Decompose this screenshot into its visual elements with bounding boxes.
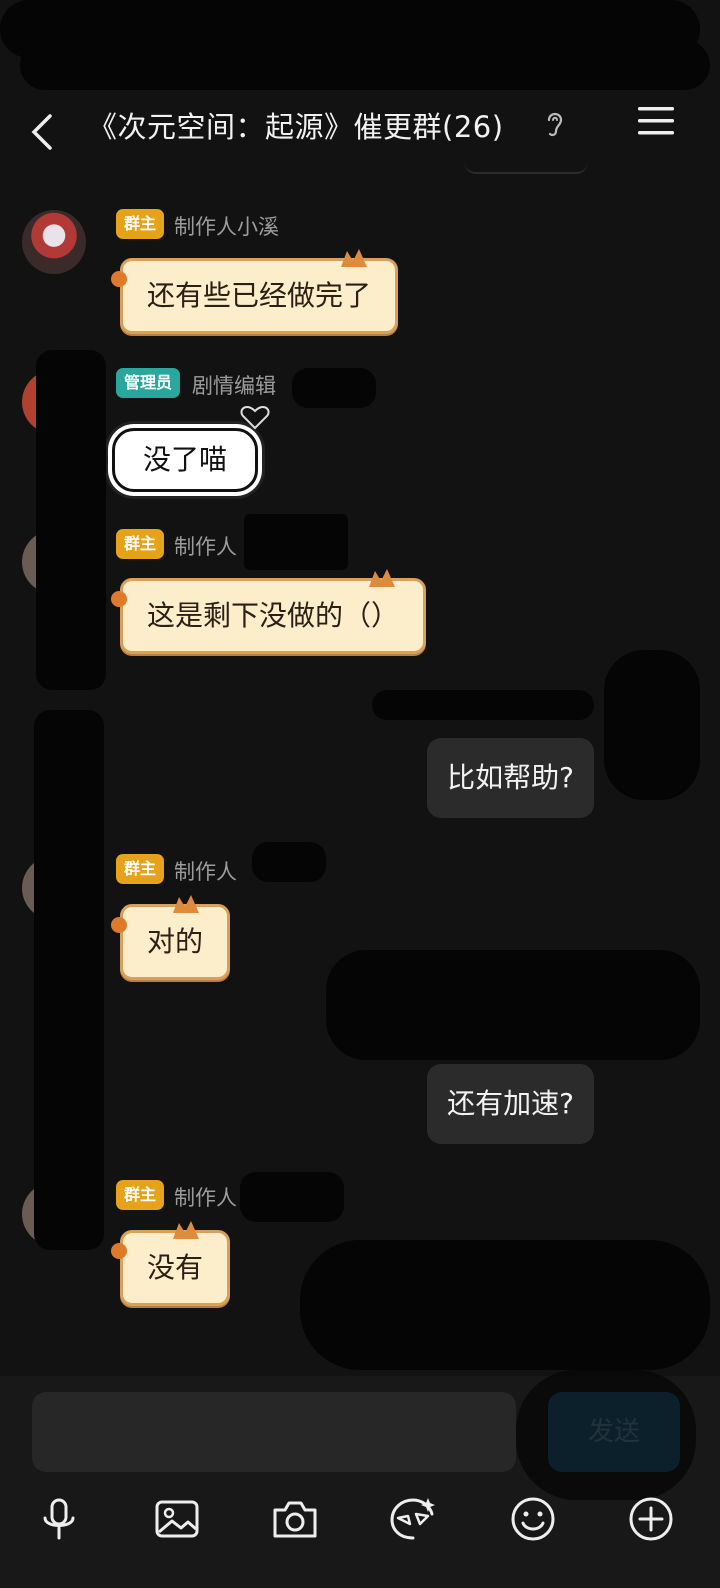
back-arrow-icon[interactable] — [24, 110, 64, 150]
sender-name: 制作人 — [174, 860, 237, 884]
message-text: 还有加速? — [447, 1087, 574, 1120]
cat-decoration-icon — [173, 1221, 200, 1239]
message-text: 这是剩下没做的（） — [147, 599, 400, 632]
message-text: 比如帮助? — [447, 761, 574, 794]
redaction-scribble — [326, 950, 700, 1060]
role-badge-owner: 群主 — [116, 1180, 165, 1210]
sender-name: 制作人 — [174, 1186, 237, 1210]
message-input[interactable] — [32, 1392, 516, 1472]
message-bubble[interactable]: 没了喵 — [112, 428, 259, 492]
message-bubble[interactable]: 对的 — [111, 895, 231, 980]
bell-decoration-icon — [111, 591, 127, 607]
menu-icon[interactable] — [636, 104, 676, 138]
redaction-scribble — [300, 1240, 710, 1370]
sender-name: 制作人 — [174, 535, 237, 559]
sender-name: 制作人小溪 — [174, 215, 279, 239]
cat-decoration-icon — [369, 569, 396, 587]
sender-name: 剧情编辑 — [192, 374, 276, 398]
my-message-bubble[interactable]: 还有加速? — [427, 1064, 594, 1144]
my-message-bubble[interactable]: 比如帮助? — [427, 738, 594, 818]
redaction-scribble — [36, 350, 106, 690]
message-bubble[interactable]: 这是剩下没做的（） — [111, 569, 427, 654]
redaction-scribble — [372, 690, 594, 720]
redaction-scribble — [20, 40, 710, 90]
heart-decoration-icon — [240, 406, 270, 430]
redaction-scribble — [244, 514, 348, 570]
image-icon[interactable] — [152, 1494, 202, 1544]
role-badge-owner: 群主 — [116, 529, 165, 559]
redaction-scribble — [604, 650, 700, 800]
message-bubble[interactable]: 还有些已经做完了 — [111, 249, 399, 334]
bell-decoration-icon — [111, 271, 127, 287]
notice-pill[interactable] — [464, 150, 588, 174]
redaction-scribble — [240, 1172, 344, 1222]
microphone-icon[interactable] — [34, 1494, 84, 1544]
bell-decoration-icon — [111, 917, 127, 933]
camera-icon[interactable] — [270, 1494, 320, 1544]
message-text: 还有些已经做完了 — [147, 279, 372, 312]
message-text: 对的 — [147, 925, 204, 958]
role-badge-admin: 管理员 — [116, 368, 181, 398]
ear-icon[interactable] — [544, 108, 566, 138]
cat-decoration-icon — [173, 895, 200, 913]
avatar[interactable] — [22, 210, 86, 274]
emoji-icon[interactable] — [508, 1494, 558, 1544]
redaction-scribble — [292, 368, 376, 408]
role-badge-owner: 群主 — [116, 854, 165, 884]
redaction-scribble — [34, 710, 104, 1250]
redaction-scribble — [252, 842, 326, 882]
message-bubble[interactable]: 没有 — [111, 1221, 231, 1306]
bell-decoration-icon — [111, 1243, 127, 1259]
redaction-scribble — [516, 1370, 696, 1500]
sticker-icon[interactable] — [388, 1494, 438, 1544]
message-text: 没有 — [147, 1251, 204, 1284]
cat-decoration-icon — [341, 249, 368, 267]
plus-icon[interactable] — [626, 1494, 676, 1544]
role-badge-owner: 群主 — [116, 209, 165, 239]
message-text: 没了喵 — [143, 443, 228, 476]
chat-title: 《次元空间：起源》催更群(26) — [88, 110, 504, 144]
